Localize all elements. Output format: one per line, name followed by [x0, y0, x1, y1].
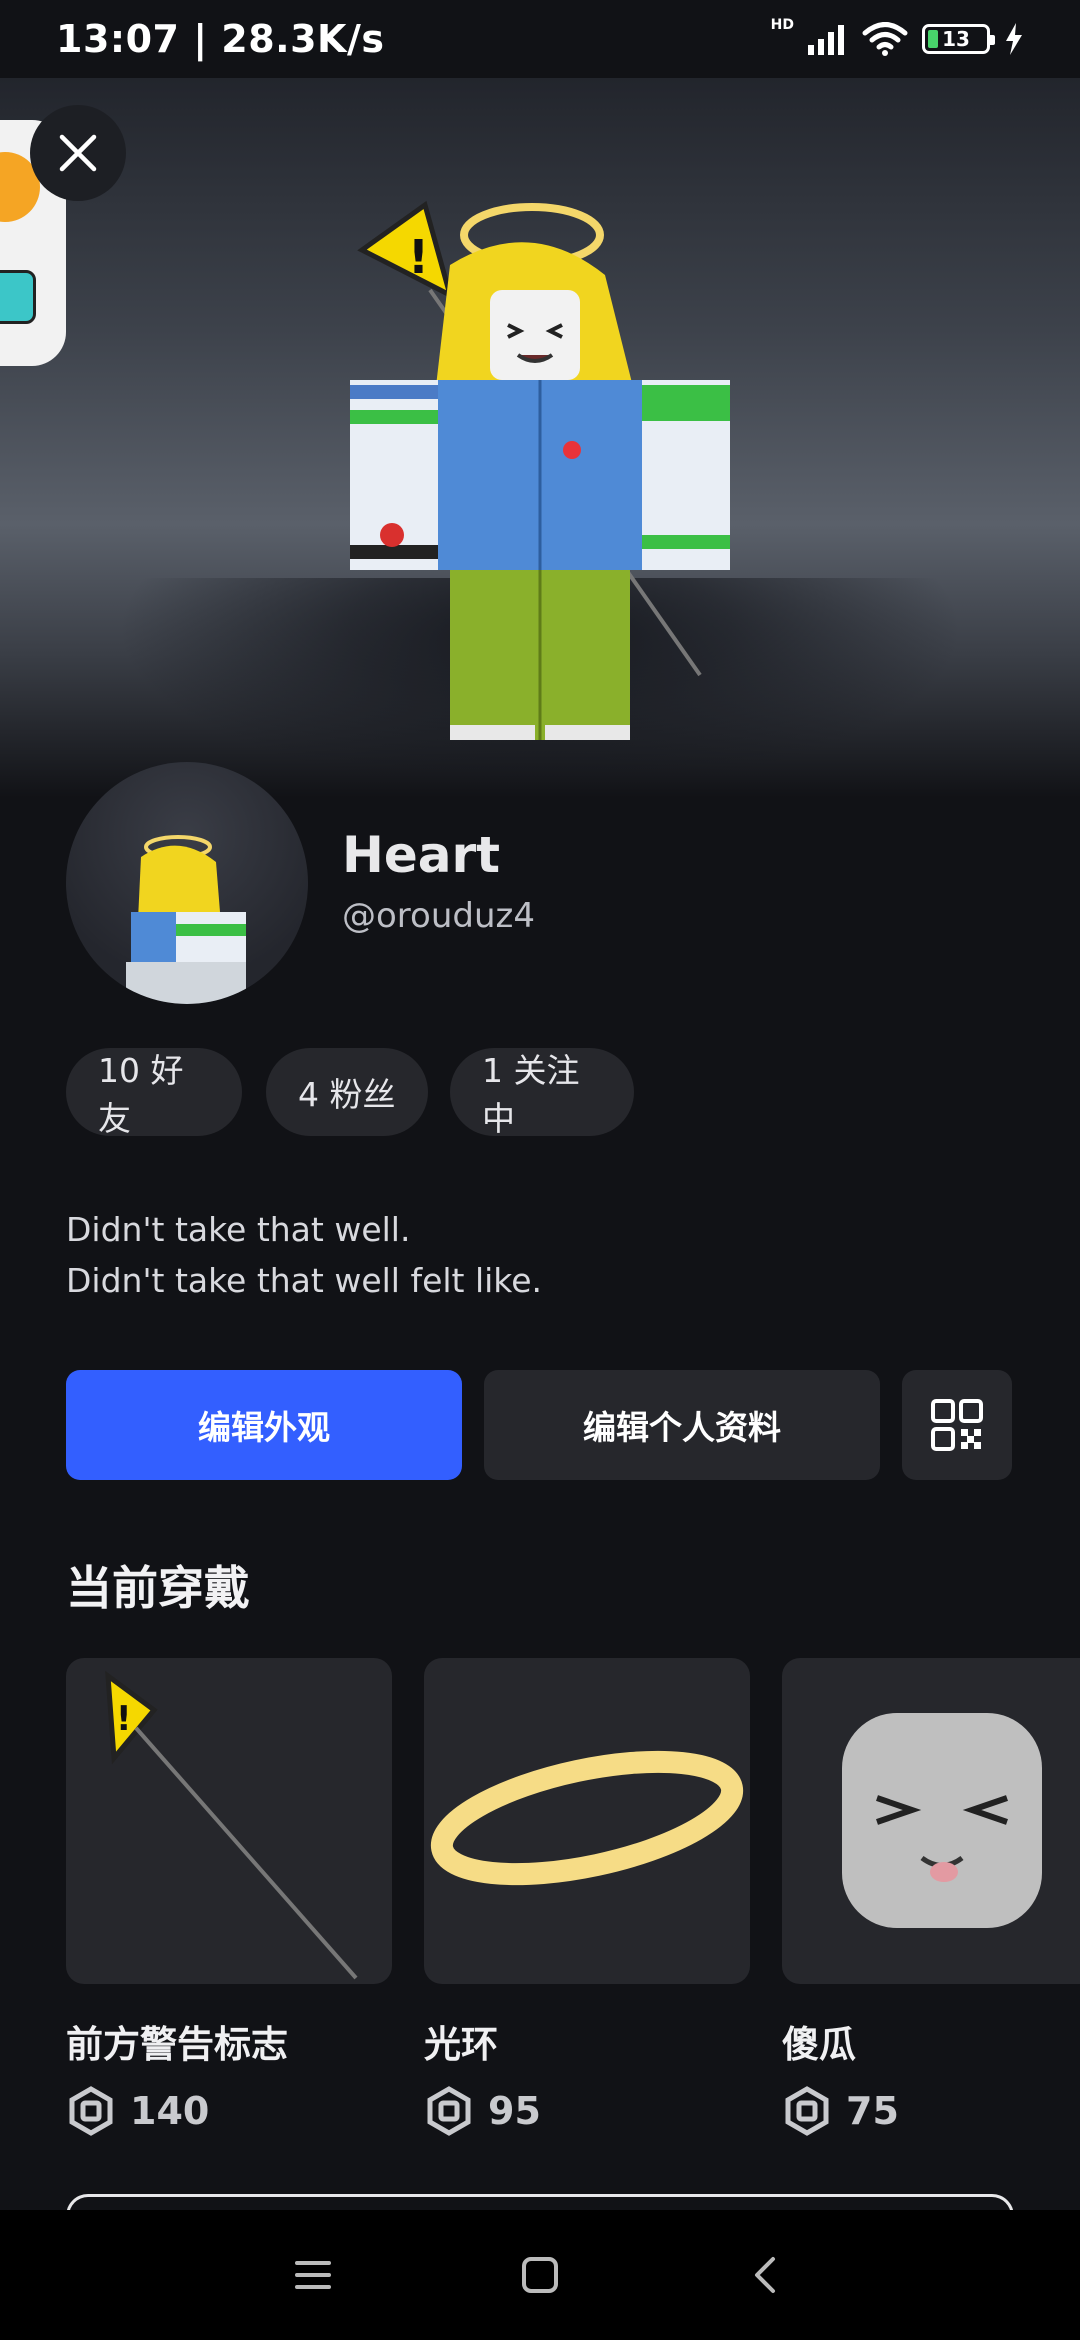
edit-profile-button[interactable]: 编辑个人资料	[484, 1370, 880, 1480]
item-name: 傻瓜	[782, 2023, 856, 2066]
bio-line: Didn't take that well felt like.	[66, 1261, 543, 1300]
system-navigation-bar	[0, 2210, 1080, 2340]
item-price-value: 140	[130, 2089, 210, 2133]
back-icon[interactable]	[743, 2251, 791, 2299]
item-price-value: 75	[846, 2089, 899, 2133]
item-name: 光环	[424, 2023, 498, 2066]
profile-avatar-image	[126, 835, 246, 1004]
item-name: 前方警告标志	[66, 2023, 288, 2066]
profile-bio: Didn't take that well. Didn't take that …	[66, 1204, 542, 1306]
status-bar: 13:07 | 28.3K/s HD 13	[0, 0, 1080, 78]
friends-count-chip[interactable]: 10 好友	[66, 1048, 242, 1138]
menu-icon[interactable]	[289, 2251, 337, 2299]
followers-count-chip[interactable]: 4 粉丝	[266, 1048, 428, 1136]
item-thumbnail	[782, 1658, 1080, 1984]
hd-indicator: HD	[770, 17, 794, 33]
current-wearing-title: 当前穿戴	[66, 1561, 250, 1615]
robux-icon	[785, 2086, 829, 2136]
wearing-item-card[interactable]: 傻瓜 75	[782, 1658, 1080, 2136]
following-count-chip[interactable]: 1 关注中	[450, 1048, 634, 1138]
close-icon	[59, 134, 97, 172]
robux-icon	[69, 2086, 113, 2136]
status-icons: HD 13	[771, 17, 1024, 56]
charging-icon	[1006, 23, 1022, 55]
battery-icon: 13	[922, 24, 995, 54]
wifi-icon	[862, 22, 908, 56]
bio-line: Didn't take that well.	[66, 1210, 411, 1249]
svg-text:!: !	[408, 230, 429, 284]
item-thumbnail	[424, 1658, 750, 1984]
avatar-3d-figure: !	[350, 200, 730, 740]
status-time: 13:07 | 28.3K/s	[56, 17, 385, 61]
wearing-item-card[interactable]: 光环 95	[424, 1658, 750, 2136]
username: @orouduz4	[342, 896, 535, 936]
item-price: 95	[424, 2086, 750, 2136]
signal-icon	[808, 25, 844, 55]
halo-icon	[430, 1750, 744, 1886]
close-button[interactable]	[30, 105, 126, 201]
robux-icon	[427, 2086, 471, 2136]
profile-avatar[interactable]	[66, 762, 308, 1004]
item-thumbnail: !	[66, 1658, 392, 1984]
home-icon[interactable]	[516, 2251, 564, 2299]
display-name: Heart	[342, 826, 501, 884]
floating-app-icon-2[interactable]	[0, 270, 36, 324]
silly-face-icon	[842, 1713, 1042, 1928]
battery-level: 13	[942, 27, 970, 51]
item-price: 75	[782, 2086, 1080, 2136]
edit-outfit-button[interactable]: 编辑外观	[66, 1370, 462, 1480]
wearing-item-card[interactable]: ! 前方警告标志 140	[66, 1658, 392, 2136]
item-price: 140	[66, 2086, 392, 2136]
item-price-value: 95	[488, 2089, 541, 2133]
qr-code-icon	[931, 1399, 983, 1451]
warning-sign-icon: !	[105, 1670, 358, 1980]
svg-text:!: !	[116, 1699, 132, 1739]
qr-code-button[interactable]	[902, 1370, 1012, 1480]
